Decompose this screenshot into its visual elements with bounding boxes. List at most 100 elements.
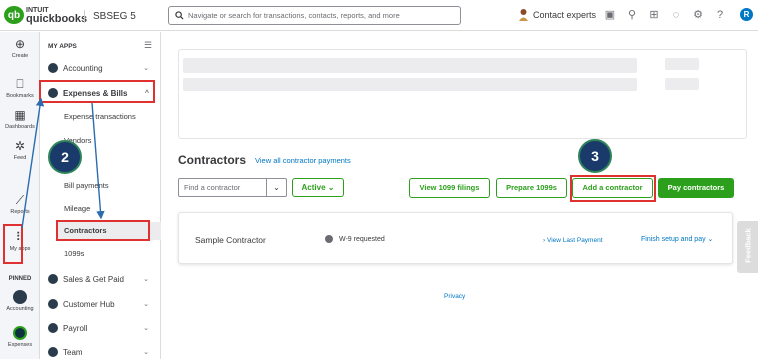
rail-create[interactable]: ⊕ Create [0, 37, 40, 60]
rail-feed[interactable]: ✲ Feed [0, 139, 40, 162]
sidebar-sub-mileage[interactable]: Mileage [64, 204, 90, 213]
rail-create-label: Create [11, 53, 29, 59]
prepare-1099s-button[interactable]: Prepare 1099s [496, 178, 567, 198]
sidebar-item-payroll[interactable]: Payroll ⌄ [40, 319, 161, 337]
status-filter-label: Active [301, 183, 326, 192]
contact-experts-button[interactable]: Contact experts [518, 8, 596, 21]
page-title: Contractors [178, 153, 247, 167]
plus-circle-icon: ⊕ [14, 37, 26, 51]
step-3-badge: 3 [578, 139, 612, 173]
chevron-down-icon[interactable]: ⌄ [267, 178, 287, 197]
rail-dashboards-label: Dashboards [5, 124, 35, 130]
help-icon[interactable]: ? [713, 8, 727, 22]
sidebar-item-sales[interactable]: Sales & Get Paid ⌄ [40, 270, 161, 288]
rail-feed-label: Feed [13, 155, 27, 161]
rail-bookmarks-label: Bookmarks [6, 93, 34, 99]
sidebar-sub-contractors[interactable]: Contractors [56, 222, 161, 240]
view-all-payments-link[interactable]: View all contractor payments [255, 156, 351, 165]
rail-reports-label: Reports [10, 209, 30, 215]
rail-accounting-label: Accounting [6, 306, 34, 312]
contractor-name[interactable]: Sample Contractor [195, 235, 266, 245]
rail-expenses-label: Expenses [7, 342, 33, 348]
expert-person-icon [519, 9, 528, 21]
rail-accounting[interactable]: Accounting [0, 290, 40, 312]
quickbooks-logo[interactable]: qb INTUIT quickbooks [4, 6, 88, 25]
main-content: Contractors View all contractor payments… [162, 32, 758, 359]
w9-status: W-9 requested [325, 235, 385, 243]
accounting-icon [48, 63, 58, 73]
privacy-link[interactable]: Privacy [444, 293, 465, 300]
sidebar-item-label: Team [63, 347, 83, 357]
rail-my-apps[interactable]: ⠿ My apps [0, 230, 40, 253]
skeleton-bar [665, 78, 699, 90]
pin-icon[interactable]: ⚲ [625, 8, 639, 22]
sidebar-sub-expense-transactions[interactable]: Expense transactions [64, 112, 136, 121]
view-last-payment-link[interactable]: › View Last Payment [543, 237, 603, 244]
step-2-badge: 2 [48, 140, 82, 174]
bell-icon[interactable]: ◌ [669, 8, 683, 22]
bookmark-icon: ⎕ [16, 77, 24, 91]
left-rail: ⊕ Create ⎕ Bookmarks ▦ Dashboards ✲ Feed… [0, 32, 40, 359]
logo-quickbooks-text: quickbooks [26, 13, 88, 25]
collapse-menu-icon[interactable]: ☰ [144, 40, 152, 51]
rail-myapps-label: My apps [9, 246, 31, 252]
apps-grid-icon[interactable]: ⊞ [647, 8, 661, 22]
accounting-app-icon [13, 290, 27, 304]
status-filter-dropdown[interactable]: Active ⌄ [292, 178, 344, 197]
user-avatar[interactable]: R [740, 8, 753, 21]
pay-contractors-button[interactable]: Pay contractors [658, 178, 734, 198]
contractor-row[interactable]: Sample Contractor W-9 requested › View L… [178, 212, 733, 264]
company-name[interactable]: SBSEG 5 [84, 10, 136, 23]
sparkle-icon: ✲ [14, 139, 26, 153]
rail-pinned-heading: PINNED [8, 276, 32, 282]
gear-icon[interactable]: ⚙ [691, 8, 705, 22]
my-apps-heading: MY APPS [48, 43, 77, 50]
sidebar-sub-1099s[interactable]: 1099s [64, 249, 84, 258]
customer-hub-icon [48, 299, 58, 309]
chart-icon: ⟋ [15, 193, 25, 207]
sidebar-item-label: Payroll [63, 323, 88, 333]
view-1099-filings-button[interactable]: View 1099 filings [409, 178, 490, 198]
finish-setup-label: Finish setup and pay [641, 236, 706, 243]
skeleton-bar [665, 58, 699, 70]
loading-summary-card [178, 49, 747, 139]
clock-icon [325, 235, 333, 243]
feedback-tab[interactable]: Feedback [737, 221, 758, 273]
clipboard-icon[interactable]: ▣ [603, 8, 617, 22]
qb-logo-icon: qb [4, 6, 24, 24]
rail-reports[interactable]: ⟋ Reports [0, 193, 40, 216]
search-placeholder: Navigate or search for transactions, con… [188, 11, 400, 20]
sidebar-sub-bill-payments[interactable]: Bill payments [64, 181, 109, 190]
find-contractor-input[interactable]: Find a contractor [178, 178, 267, 197]
rail-dashboards[interactable]: ▦ Dashboards [0, 108, 40, 131]
add-contractor-button[interactable]: Add a contractor [572, 178, 653, 198]
payroll-icon [48, 323, 58, 333]
global-search-input[interactable]: Navigate or search for transactions, con… [168, 6, 461, 25]
sidebar-item-expenses-bills[interactable]: Expenses & Bills ^ [40, 84, 161, 102]
rail-expenses[interactable]: Expenses [0, 326, 40, 348]
chevron-down-icon: ⌄ [143, 65, 149, 72]
sidebar-item-accounting[interactable]: Accounting ⌄ [40, 59, 161, 77]
skeleton-bar [183, 58, 637, 73]
chevron-up-icon: ^ [144, 89, 149, 97]
contact-experts-label: Contact experts [533, 9, 597, 20]
sidebar-item-label: Sales & Get Paid [63, 274, 124, 284]
sidebar-item-team[interactable]: Team ⌄ [40, 343, 161, 361]
chevron-down-icon: ⌄ [143, 301, 149, 308]
chevron-down-icon: ⌄ [143, 325, 149, 332]
chevron-down-icon: ⌄ [143, 349, 149, 356]
chevron-down-icon: ⌄ [143, 276, 149, 283]
rail-bookmarks[interactable]: ⎕ Bookmarks [0, 77, 40, 100]
sidebar-item-label: Accounting [63, 63, 103, 73]
w9-status-label: W-9 requested [339, 235, 385, 243]
sidebar-item-customer-hub[interactable]: Customer Hub ⌄ [40, 295, 161, 313]
apps-grid-icon: ⠿ [15, 230, 25, 244]
sidebar-item-label: Expenses & Bills [63, 88, 128, 98]
dashboard-icon: ▦ [14, 108, 26, 122]
expenses-app-icon [13, 326, 27, 340]
top-bar: qb INTUIT quickbooks SBSEG 5 Navigate or… [0, 0, 758, 31]
finish-setup-pay-link[interactable]: Finish setup and pay ⌄ [641, 235, 713, 243]
feedback-label: Feedback [743, 228, 753, 263]
sales-icon [48, 274, 58, 284]
expenses-icon [48, 88, 58, 98]
